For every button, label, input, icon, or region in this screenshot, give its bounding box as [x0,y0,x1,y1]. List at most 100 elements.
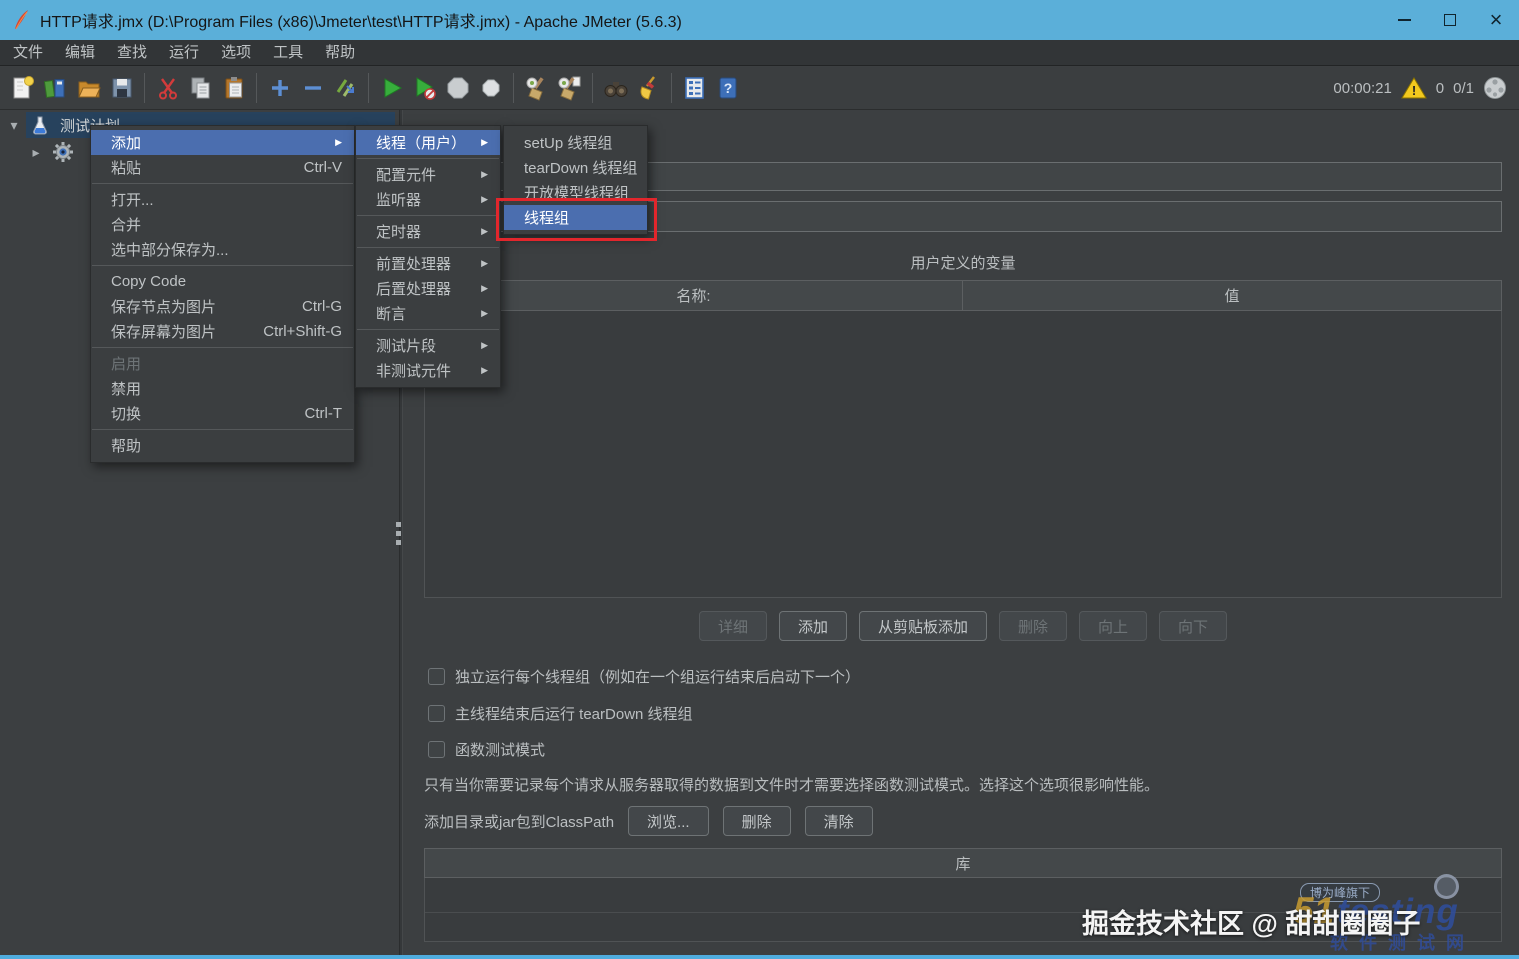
menu-edit[interactable]: 编辑 [54,40,106,66]
toolbar-separator [256,73,257,103]
maximize-button[interactable] [1427,0,1473,40]
serial-checkbox[interactable] [428,668,445,685]
splitter-drag-handle[interactable] [396,522,401,545]
teardown-checkbox[interactable] [428,705,445,722]
new-file-icon[interactable] [6,72,39,104]
minimize-button[interactable] [1381,0,1427,40]
menu-item-copy-code[interactable]: Copy Code [91,269,354,294]
gear-icon [52,141,74,163]
menu-item-add[interactable]: 添加 ▶ [91,130,354,155]
clear-search-icon[interactable] [632,72,665,104]
add-from-clipboard-button[interactable]: 从剪贴板添加 [858,611,987,641]
menu-item-save-node-as-image[interactable]: 保存节点为图片 Ctrl-G [91,294,354,319]
submenu-item-timer[interactable]: 定时器 ▶ [356,219,500,244]
menu-item-disable[interactable]: 禁用 [91,376,354,401]
submenu-item-config-element[interactable]: 配置元件 ▶ [356,162,500,187]
add-element-icon[interactable] [263,72,296,104]
classpath-clear-button[interactable]: 清除 [804,806,873,836]
column-header-library[interactable]: 库 [425,849,1501,877]
menu-bar: 文件 编辑 查找 运行 选项 工具 帮助 [0,40,1519,66]
submenu-item-assertion[interactable]: 断言 ▶ [356,301,500,326]
submenu-arrow-icon: ▶ [481,194,488,204]
variables-table-body[interactable] [424,311,1502,598]
menu-item-paste[interactable]: 粘贴 Ctrl-V [91,155,354,180]
clear-all-icon[interactable] [553,72,586,104]
delete-button: 删除 [999,611,1068,641]
open-file-icon[interactable] [72,72,105,104]
detail-button: 详细 [698,611,767,641]
menu-run[interactable]: 运行 [158,40,210,66]
search-icon[interactable] [599,72,632,104]
submenu-item-preprocessor[interactable]: 前置处理器 ▶ [356,251,500,276]
templates-icon[interactable] [39,72,72,104]
run-thread-groups-serial-row: 独立运行每个线程组（例如在一个组运行结束后启动下一个） [428,666,860,687]
close-button[interactable]: × [1473,0,1519,40]
submenu-item-threads-users[interactable]: 线程（用户） ▶ [356,130,500,155]
submenu-arrow-icon: ▶ [481,365,488,375]
add-button[interactable]: 添加 [778,611,847,641]
menu-item-open[interactable]: 打开... [91,187,354,212]
remove-element-icon[interactable] [296,72,329,104]
function-helper-icon[interactable] [678,72,711,104]
window-title: HTTP请求.jmx (D:\Program Files (x86)\Jmete… [40,14,682,31]
classpath-label: 添加目录或jar包到ClassPath [424,813,615,831]
cut-icon[interactable] [151,72,184,104]
submenu-arrow-icon: ▶ [481,258,488,268]
window-bottom-edge [0,955,1519,959]
submenu-item-non-test-element[interactable]: 非测试元件 ▶ [356,358,500,383]
submenu-arrow-icon: ▶ [481,169,488,179]
menu-item-help[interactable]: 帮助 [91,433,354,458]
menu-separator [92,183,353,184]
serial-checkbox-label: 独立运行每个线程组（例如在一个组运行结束后启动下一个） [455,669,861,686]
menu-separator [92,347,353,348]
paste-icon[interactable] [217,72,250,104]
column-header-value[interactable]: 值 [963,281,1501,310]
submenu-item-setup-thread-group[interactable]: setUp 线程组 [504,130,647,155]
menu-item-save-screen-as-image[interactable]: 保存屏幕为图片 Ctrl+Shift-G [91,319,354,344]
functional-mode-note: 只有当你需要记录每个请求从服务器取得的数据到文件时才需要选择函数测试模式。选择这… [424,777,1160,794]
shutdown-icon[interactable] [474,72,507,104]
log-error-count: 0 [1435,79,1445,97]
menu-separator [357,158,499,159]
toolbar-separator [592,73,593,103]
submenu-item-teardown-thread-group[interactable]: tearDown 线程组 [504,155,647,180]
stop-icon[interactable] [441,72,474,104]
submenu-item-listener[interactable]: 监听器 ▶ [356,187,500,212]
menu-item-save-selection-as[interactable]: 选中部分保存为... [91,237,354,262]
elapsed-time: 00:00:21 [1333,79,1392,97]
down-button: 向下 [1159,611,1228,641]
clear-icon[interactable] [520,72,553,104]
save-icon[interactable] [105,72,138,104]
menu-item-enable: 启用 [111,356,142,373]
classpath-delete-button[interactable]: 删除 [722,806,791,836]
start-icon[interactable] [375,72,408,104]
menu-options[interactable]: 选项 [210,40,262,66]
start-no-timers-icon[interactable] [408,72,441,104]
functional-mode-checkbox[interactable] [428,741,445,758]
column-header-name[interactable]: 名称: [425,281,963,310]
chevron-down-icon[interactable]: ▾ [6,117,22,134]
toolbar-status: 00:00:21 ! 0 0/1 [1333,76,1519,100]
help-icon[interactable]: ? [711,72,744,104]
warning-icon[interactable]: ! [1400,76,1427,100]
menu-separator [92,265,353,266]
menu-tools[interactable]: 工具 [262,40,314,66]
menu-help[interactable]: 帮助 [314,40,366,66]
submenu-item-test-fragment[interactable]: 测试片段 ▶ [356,333,500,358]
menu-file[interactable]: 文件 [2,40,54,66]
toolbar-separator [513,73,514,103]
chevron-right-icon[interactable]: ▸ [28,144,44,161]
submenu-arrow-icon: ▶ [481,340,488,350]
menu-item-merge[interactable]: 合并 [91,212,354,237]
browse-button[interactable]: 浏览... [628,806,709,836]
variables-table-header: 名称: 值 [424,280,1502,311]
menu-item-toggle[interactable]: 切换 Ctrl-T [91,401,354,426]
submenu-arrow-icon: ▶ [481,226,488,236]
copy-icon[interactable] [184,72,217,104]
toggle-element-icon[interactable] [329,72,362,104]
watermark-overlay-text: 掘金技术社区 @ 甜甜圈圈子 [1082,909,1421,939]
submenu-item-postprocessor[interactable]: 后置处理器 ▶ [356,276,500,301]
menu-search[interactable]: 查找 [106,40,158,66]
variables-button-row: 详细 添加 从剪贴板添加 删除 向上 向下 [424,611,1502,641]
toolbar-separator [368,73,369,103]
